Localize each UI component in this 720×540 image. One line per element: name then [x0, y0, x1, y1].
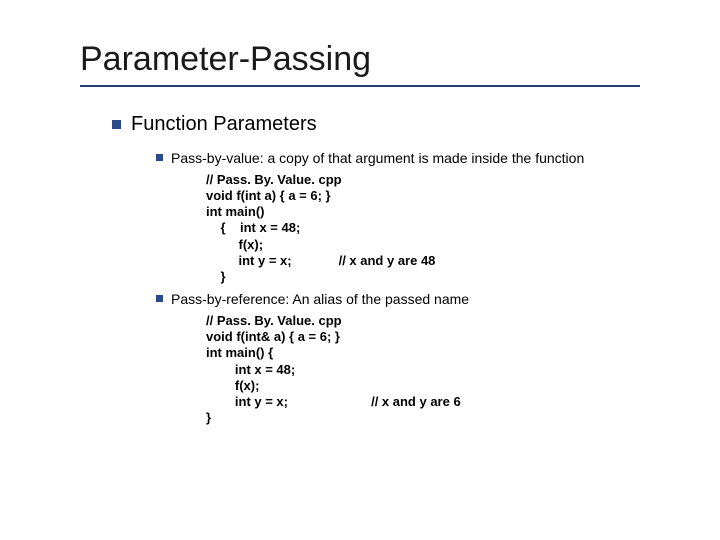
code-line: int x = 48; — [206, 362, 295, 377]
code-line: int main() { — [206, 345, 273, 360]
square-bullet-icon — [112, 120, 121, 129]
code-line: int main() — [206, 204, 265, 219]
section-text: Function Parameters — [131, 113, 317, 135]
code-line: } — [206, 410, 211, 425]
code-comment: // x and y are 48 — [339, 253, 436, 269]
code-line: void f(int a) { a = 6; } — [206, 188, 331, 203]
code-line: f(x); — [206, 237, 263, 252]
item-label: Pass-by-reference: An alias of the passe… — [171, 291, 469, 307]
slide-content: Parameter-Passing Function Parameters Pa… — [0, 0, 720, 427]
slide-title: Parameter-Passing — [80, 40, 720, 79]
code-line: { int x = 48; — [206, 220, 300, 235]
square-bullet-icon — [156, 295, 163, 302]
item-label: Pass-by-value: a copy of that argument i… — [171, 150, 584, 166]
code-block: // Pass. By. Value. cpp void f(int a) { … — [206, 172, 720, 286]
code-line: int y = x; — [206, 253, 292, 268]
code-line: // Pass. By. Value. cpp — [206, 172, 342, 187]
code-line: // Pass. By. Value. cpp — [206, 313, 342, 328]
section-heading: Function Parameters — [112, 113, 720, 136]
title-underline — [80, 85, 640, 87]
code-line: void f(int& a) { a = 6; } — [206, 329, 340, 344]
list-item: Pass-by-value: a copy of that argument i… — [156, 150, 720, 168]
code-comment: // x and y are 6 — [371, 394, 461, 410]
code-line: f(x); — [206, 378, 259, 393]
code-line: int y = x; — [206, 394, 288, 409]
list-item: Pass-by-reference: An alias of the passe… — [156, 291, 720, 309]
code-line: } — [206, 269, 226, 284]
square-bullet-icon — [156, 154, 163, 161]
code-block: // Pass. By. Value. cpp void f(int& a) {… — [206, 313, 720, 427]
